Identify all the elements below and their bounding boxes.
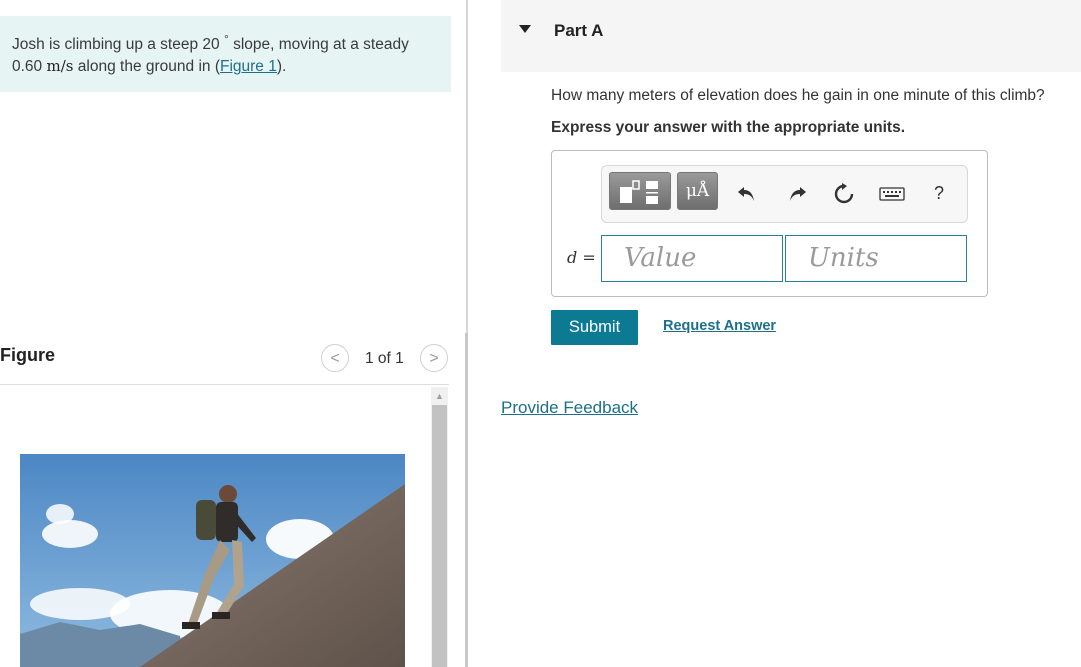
page: Josh is climbing up a steep 20 ° slope, … xyxy=(0,0,1081,667)
units-button[interactable]: μÅ xyxy=(677,172,718,210)
reset-icon[interactable] xyxy=(832,182,856,206)
scroll-thumb[interactable] xyxy=(432,405,447,667)
part-title: Part A xyxy=(554,21,604,40)
next-figure-button[interactable]: > xyxy=(420,344,448,372)
variable-symbol: d xyxy=(567,248,578,267)
problem-text-part: Josh is climbing up a steep 20 xyxy=(12,36,224,53)
equals-sign: = xyxy=(577,248,596,267)
part-a-header[interactable]: Part A xyxy=(501,0,1081,72)
math-toolbar: μÅ ? xyxy=(601,165,968,223)
problem-text-part: along the ground in ( xyxy=(73,58,220,75)
provide-feedback-link[interactable]: Provide Feedback xyxy=(501,398,638,418)
figure-divider xyxy=(0,384,449,385)
value-input[interactable]: Value xyxy=(601,235,783,282)
variable-label: d = xyxy=(567,248,596,267)
redo-icon[interactable] xyxy=(785,182,809,206)
figure-scrollbar[interactable]: ▲ xyxy=(431,387,448,667)
figure-link[interactable]: Figure 1 xyxy=(220,58,277,75)
problem-statement: Josh is climbing up a steep 20 ° slope, … xyxy=(0,16,451,92)
previous-figure-button[interactable]: < xyxy=(321,344,349,372)
problem-text-part: ). xyxy=(276,58,287,75)
problem-text: Josh is climbing up a steep 20 ° slope, … xyxy=(12,32,442,77)
instruction-text: Express your answer with the appropriate… xyxy=(551,119,906,136)
units-input[interactable]: Units xyxy=(785,235,967,282)
keyboard-icon[interactable] xyxy=(879,182,905,206)
help-icon[interactable]: ? xyxy=(927,182,951,206)
pane-divider-handle[interactable] xyxy=(465,333,468,667)
submit-button[interactable]: Submit xyxy=(551,310,638,345)
figure-page-count: 1 of 1 xyxy=(365,350,404,367)
hiker-photo-graphic xyxy=(20,454,405,667)
templates-button[interactable] xyxy=(609,172,671,210)
request-answer-link[interactable]: Request Answer xyxy=(663,318,776,334)
speed-unit: m/s xyxy=(46,57,73,75)
undo-icon[interactable] xyxy=(735,182,759,206)
answer-box: μÅ ? d = Value Units xyxy=(551,150,988,297)
degree-symbol: ° xyxy=(223,32,229,46)
collapse-caret-icon[interactable] xyxy=(519,25,531,33)
scroll-up-arrow-icon[interactable]: ▲ xyxy=(431,389,448,403)
templates-icon xyxy=(620,180,658,204)
figure-title: Figure xyxy=(0,345,56,365)
unit-m: m xyxy=(46,57,61,75)
hiker-photo xyxy=(20,454,405,667)
question-text: How many meters of elevation does he gai… xyxy=(551,87,1045,104)
